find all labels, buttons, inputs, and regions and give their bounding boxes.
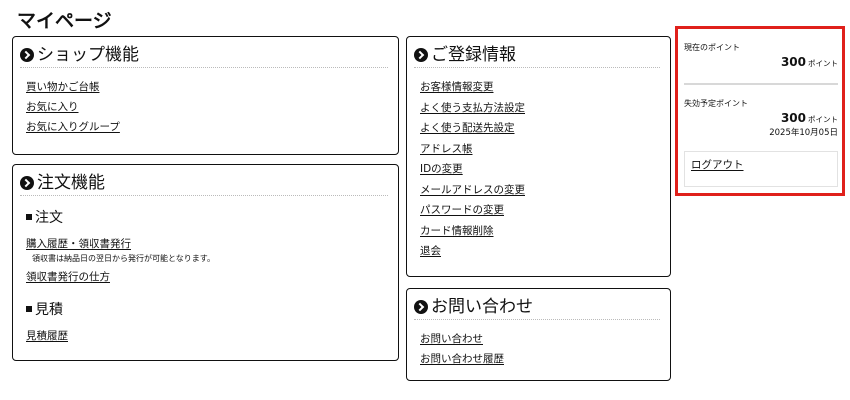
page-title: マイページ: [17, 10, 112, 32]
contact-panel-title: お問い合わせ: [431, 297, 533, 317]
shipping-address-link[interactable]: よく使う配送先設定: [420, 120, 515, 135]
contact-link[interactable]: お問い合わせ: [420, 331, 483, 346]
change-id-link[interactable]: IDの変更: [420, 161, 463, 176]
shop-panel-title: ショップ機能: [37, 45, 139, 65]
square-bullet-icon: [26, 306, 32, 312]
shop-panel: ショップ機能 買い物かご台帳 お気に入り お気に入りグループ: [12, 36, 399, 155]
chevron-right-icon: [20, 176, 34, 190]
logout-card: ログアウト: [684, 151, 838, 187]
registration-panel-header: ご登録情報: [414, 45, 660, 68]
expiring-points-unit: ポイント: [808, 115, 838, 124]
expiring-points-label: 失効予定ポイント: [684, 99, 748, 108]
estimate-subheading: 見積: [26, 299, 63, 319]
contact-panel: お問い合わせ お問い合わせ お問い合わせ履歴: [406, 288, 671, 381]
estimate-history-link[interactable]: 見積履歴: [26, 328, 68, 343]
registration-panel-title: ご登録情報: [431, 45, 516, 65]
contact-history-link[interactable]: お問い合わせ履歴: [420, 351, 504, 366]
square-bullet-icon: [26, 214, 32, 220]
contact-panel-header: お問い合わせ: [414, 297, 660, 320]
change-email-link[interactable]: メールアドレスの変更: [420, 182, 525, 197]
order-panel-title: 注文機能: [37, 173, 105, 193]
expiring-points-date: 2025年10月05日: [769, 128, 838, 138]
points-divider: [684, 83, 838, 85]
favorite-groups-link[interactable]: お気に入りグループ: [26, 119, 120, 134]
estimate-subheading-label: 見積: [35, 302, 63, 318]
change-password-link[interactable]: パスワードの変更: [420, 202, 504, 217]
registration-panel: ご登録情報 お客様情報変更 よく使う支払方法設定 よく使う配送先設定 アドレス帳…: [406, 36, 671, 277]
chevron-right-icon: [20, 48, 34, 62]
withdraw-link[interactable]: 退会: [420, 243, 441, 258]
current-points-label: 現在のポイント: [684, 43, 740, 52]
current-points-unit: ポイント: [808, 59, 838, 68]
favorites-link[interactable]: お気に入り: [26, 99, 79, 114]
current-points-number: 300: [780, 55, 806, 69]
delete-card-link[interactable]: カード情報削除: [420, 223, 494, 238]
receipt-howto-link[interactable]: 領収書発行の仕方: [26, 269, 110, 284]
purchase-history-link[interactable]: 購入履歴・領収書発行: [26, 236, 131, 251]
logout-link[interactable]: ログアウト: [691, 157, 744, 172]
order-subheading: 注文: [26, 207, 63, 227]
customer-info-link[interactable]: お客様情報変更: [420, 79, 494, 94]
order-subheading-label: 注文: [35, 210, 63, 226]
chevron-right-icon: [414, 300, 428, 314]
points-panel: 現在のポイント 300 ポイント 失効予定ポイント 300 ポイント 2025年10…: [675, 26, 845, 196]
order-panel: 注文機能 注文 購入履歴・領収書発行 領収書は納品日の翌日から発行が可能となりま…: [12, 164, 399, 361]
expiring-points-number: 300: [780, 111, 806, 125]
shop-panel-header: ショップ機能: [20, 45, 388, 68]
payment-method-link[interactable]: よく使う支払方法設定: [420, 100, 525, 115]
order-panel-header: 注文機能: [20, 173, 388, 196]
address-book-link[interactable]: アドレス帳: [420, 141, 473, 156]
current-points-value: 300 ポイント: [781, 55, 838, 69]
expiring-points-value: 300 ポイント: [781, 111, 838, 125]
cart-ledger-link[interactable]: 買い物かご台帳: [26, 79, 100, 94]
receipt-note: 領収書は納品日の翌日から発行が可能となります。: [32, 254, 215, 263]
chevron-right-icon: [414, 48, 428, 62]
